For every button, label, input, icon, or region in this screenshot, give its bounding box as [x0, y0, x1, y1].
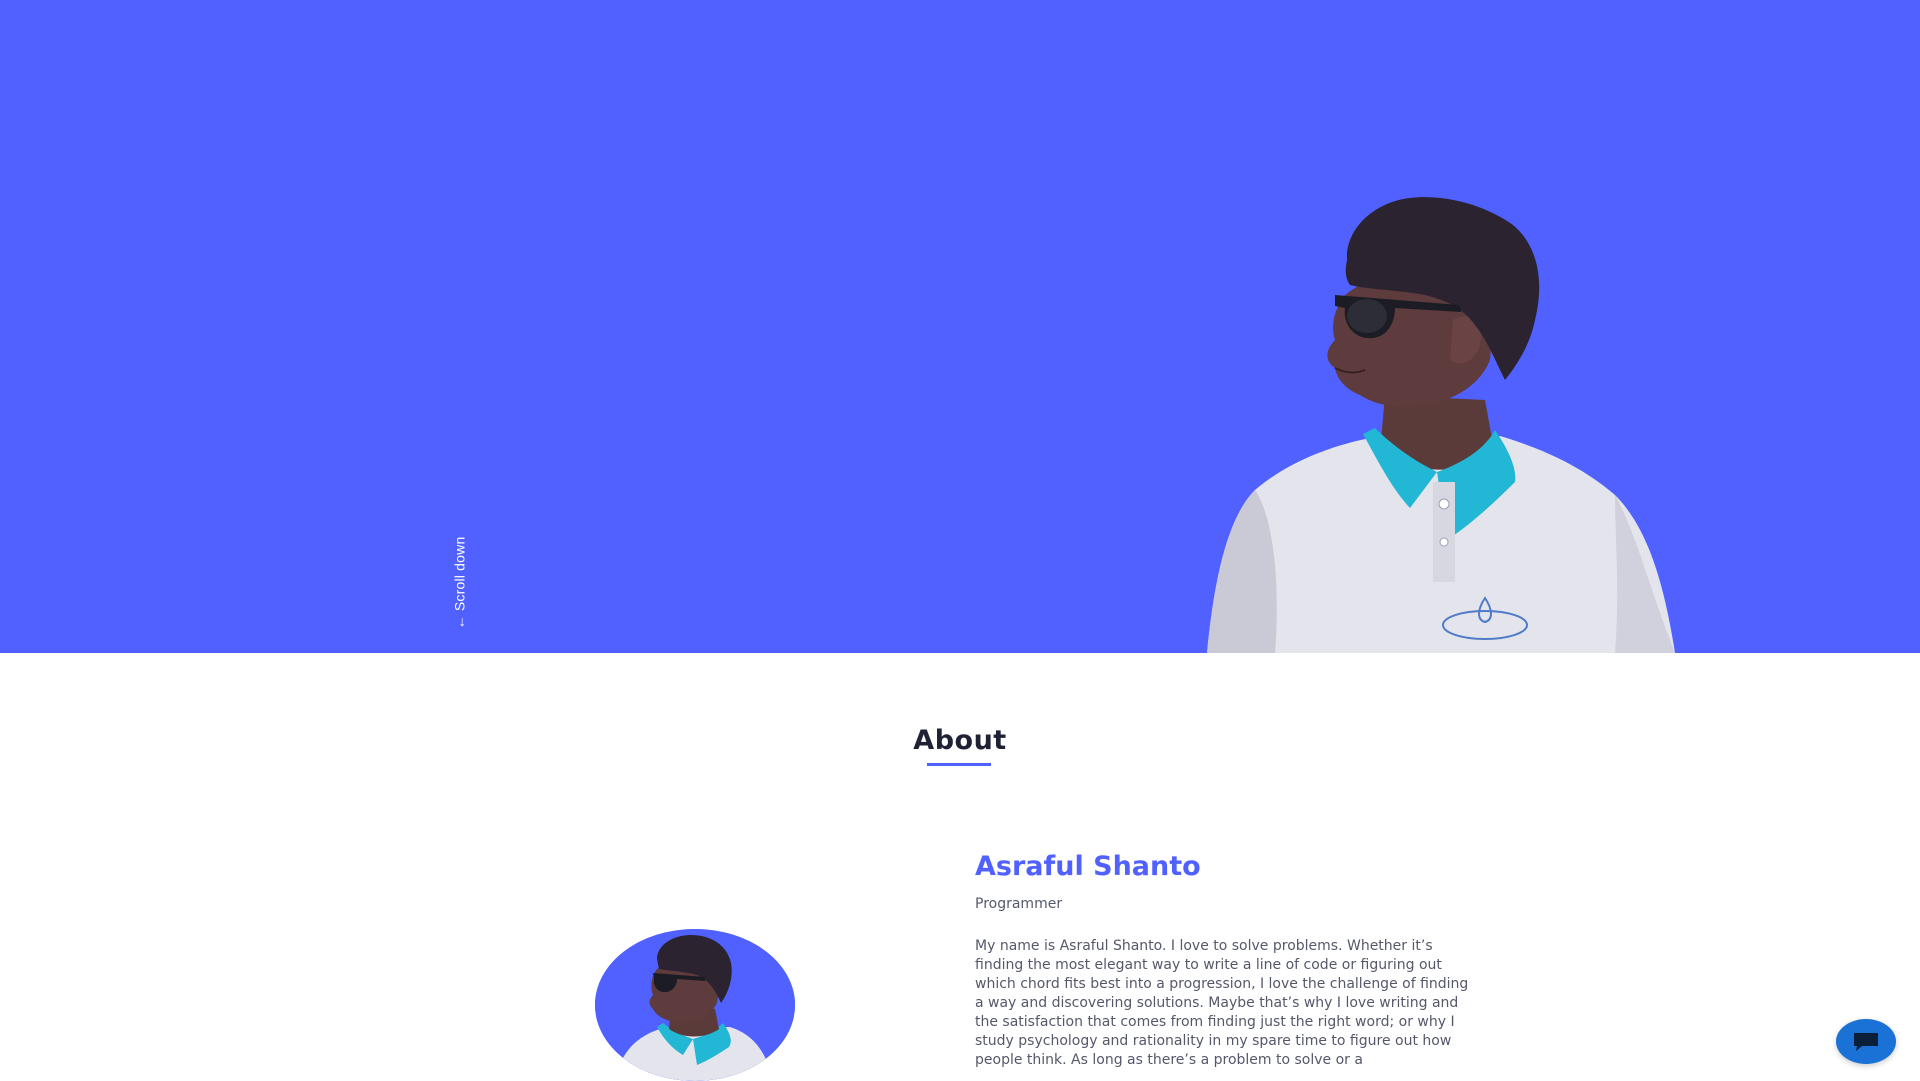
hero-portrait-image — [1207, 197, 1675, 653]
profile-bio: My name is Asraful Shanto. I love to sol… — [975, 938, 1469, 1068]
chat-bubble-icon — [1854, 1032, 1878, 1051]
profile-avatar — [595, 929, 795, 1081]
scroll-down-label: ← Scroll down — [451, 536, 468, 629]
about-section: About Asraful Shanto Programmer My name … — [0, 653, 1920, 1081]
about-heading-underline — [927, 763, 991, 766]
scroll-down-link[interactable]: ← Scroll down — [446, 536, 472, 629]
profile-role: Programmer — [975, 896, 1063, 912]
profile-name: Asraful Shanto — [975, 851, 1201, 882]
hero-section: ← Scroll down — [0, 0, 1920, 653]
about-heading: About — [913, 725, 1007, 756]
chat-widget-button[interactable] — [1836, 1019, 1896, 1064]
avatar-portrait-image — [595, 929, 795, 1081]
